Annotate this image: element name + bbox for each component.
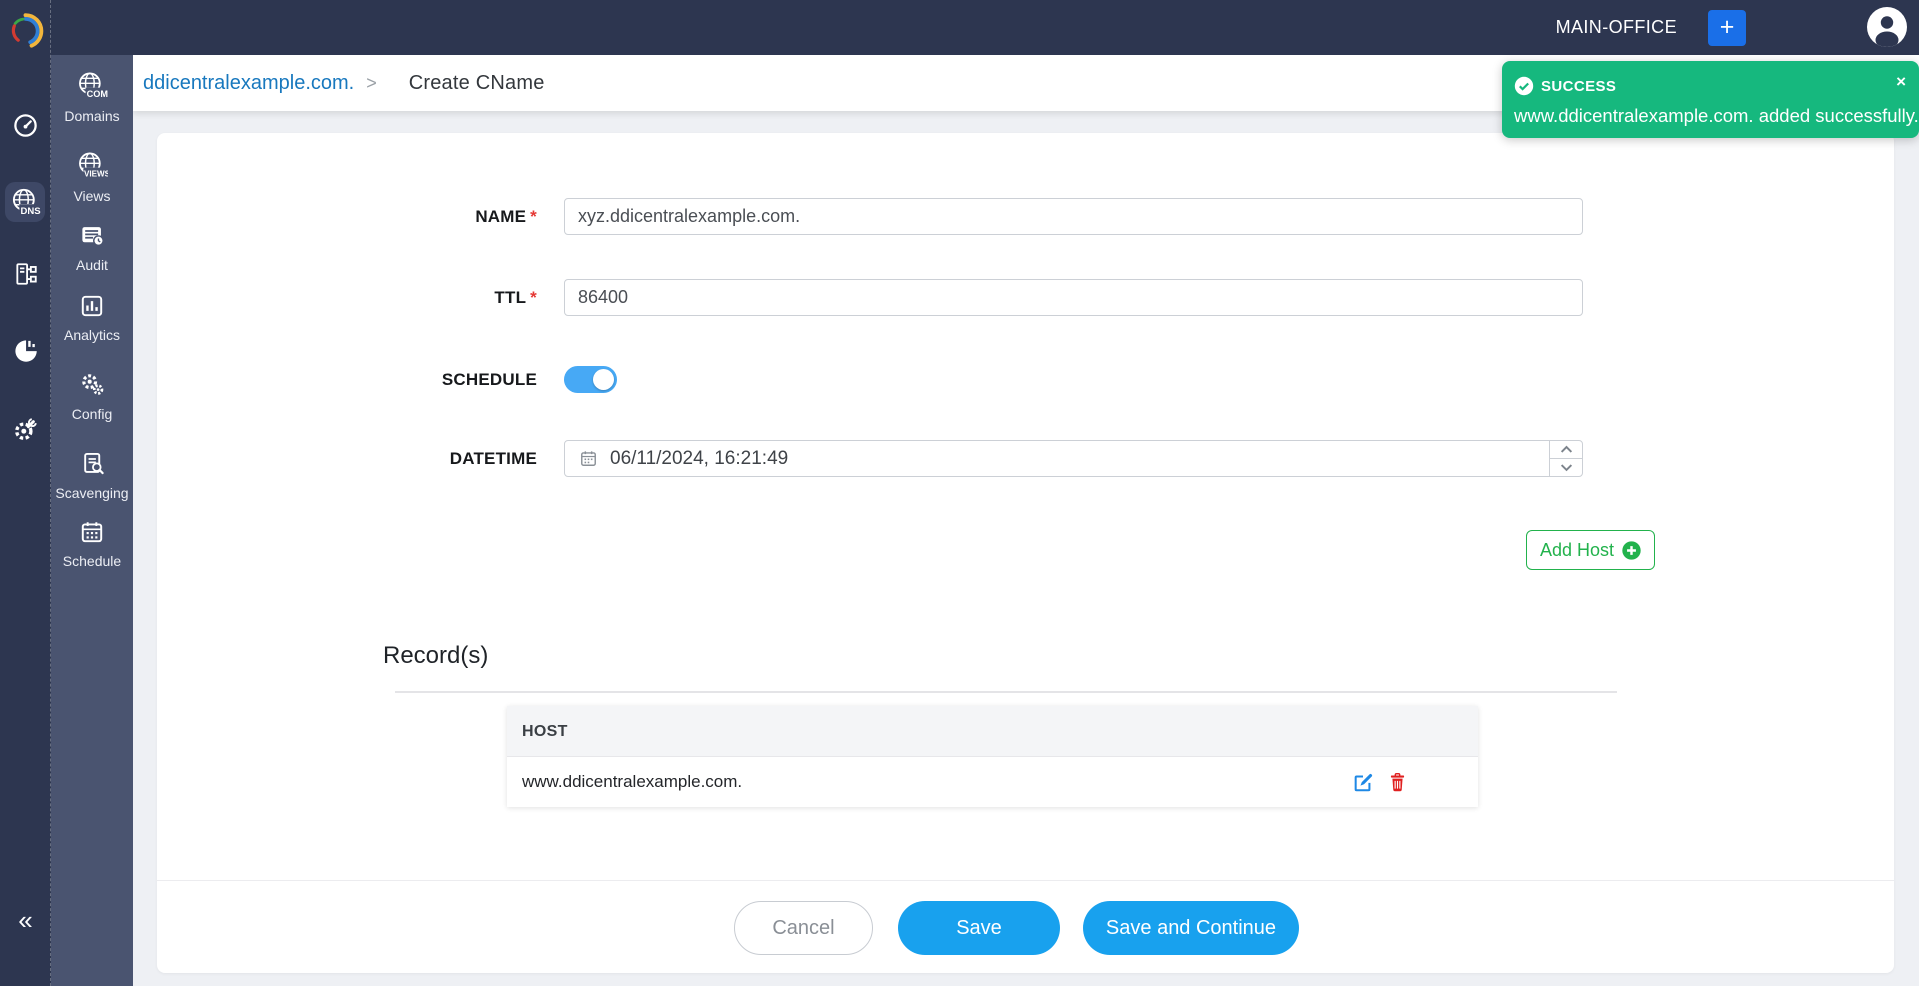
globe-com-icon: COM	[76, 71, 108, 105]
cancel-button[interactable]: Cancel	[734, 901, 873, 955]
page-title: Create CName	[408, 71, 545, 94]
sidebar-item-audit[interactable]: Audit	[51, 222, 133, 273]
sidebar-item-schedule[interactable]: Schedule	[51, 519, 133, 569]
sidebar-item-label: Scavenging	[55, 485, 129, 501]
toast-message: www.ddicentralexample.com. added success…	[1514, 105, 1919, 126]
sidebar-item-label: Domains	[64, 108, 120, 124]
globe-views-icon: VIEWS	[76, 151, 111, 185]
schedule-toggle[interactable]	[564, 366, 617, 393]
row-actions	[1352, 757, 1408, 807]
name-input[interactable]	[564, 198, 1583, 235]
primary-sidebar: DNS «	[0, 0, 51, 986]
host-column-header: HOST	[507, 706, 1478, 757]
datetime-decrement-button[interactable]	[1550, 458, 1582, 476]
datetime-field-label: DATETIME	[449, 449, 537, 468]
sidebar-collapse-button[interactable]: «	[0, 905, 51, 935]
datetime-input[interactable]: 06/11/2024, 16:21:49	[564, 440, 1583, 477]
svg-text:DNS: DNS	[20, 206, 40, 217]
calendar-icon	[579, 449, 598, 468]
sidebar-item-domains[interactable]: COM Domains	[51, 71, 133, 124]
check-circle-icon	[1514, 76, 1534, 96]
records-section-heading: Record(s)	[383, 642, 489, 669]
sidebar-item-label: Views	[73, 188, 111, 204]
success-toast: SUCCESS × www.ddicentralexample.com. add…	[1502, 61, 1919, 138]
dns-module-sidebar: COM Domains VIEWS Views Audit Analytics …	[51, 55, 133, 986]
table-row: www.ddicentralexample.com.	[507, 757, 1478, 807]
add-button[interactable]: +	[1708, 10, 1746, 46]
bar-chart-icon	[79, 293, 105, 324]
records-divider	[395, 691, 1617, 693]
gear-wrench-icon[interactable]	[0, 416, 51, 448]
ttl-field-label: TTL *	[494, 288, 537, 307]
calendar-icon	[79, 519, 105, 550]
sidebar-item-label: Schedule	[62, 553, 122, 569]
records-table: HOST www.ddicentralexample.com.	[507, 706, 1478, 807]
audit-list-clock-icon	[79, 222, 106, 254]
sidebar-item-label: Config	[71, 406, 113, 422]
toggle-knob	[593, 369, 614, 390]
pie-chart-icon[interactable]	[0, 337, 51, 369]
name-field-label: NAME *	[475, 207, 537, 226]
main-content: NAME* TTL* SCHEDULE DATETIME	[133, 111, 1919, 986]
trash-icon[interactable]	[1387, 772, 1408, 793]
breadcrumb-domain-link[interactable]: ddicentralexample.com.	[143, 72, 354, 95]
required-marker: *	[530, 288, 537, 307]
server-nodes-icon[interactable]	[0, 261, 51, 292]
sidebar-item-label: Analytics	[63, 327, 121, 343]
sidebar-item-config[interactable]: Config	[51, 371, 133, 422]
save-button[interactable]: Save	[898, 901, 1060, 955]
host-cell: www.ddicentralexample.com.	[522, 772, 743, 791]
sidebar-item-views[interactable]: VIEWS Views	[51, 151, 133, 204]
speedometer-icon[interactable]	[0, 112, 51, 144]
schedule-field-label: SCHEDULE	[441, 370, 537, 389]
datetime-spinner	[1549, 441, 1582, 476]
gears-icon	[79, 371, 106, 403]
logo-swirl-icon	[0, 10, 51, 57]
footer-divider	[157, 880, 1894, 881]
datetime-value: 06/11/2024, 16:21:49	[610, 447, 789, 469]
document-search-icon	[79, 450, 106, 482]
plus-circle-icon	[1622, 540, 1641, 560]
save-and-continue-button[interactable]: Save and Continue	[1083, 901, 1299, 955]
organization-label: MAIN-OFFICE	[1555, 17, 1677, 37]
sidebar-item-scavenging[interactable]: Scavenging	[51, 450, 133, 501]
sidebar-item-label: Audit	[76, 257, 108, 273]
top-bar: MAIN-OFFICE +	[0, 0, 1919, 55]
svg-text:VIEWS: VIEWS	[84, 170, 108, 179]
required-marker: *	[530, 207, 537, 226]
add-host-button[interactable]: Add Host	[1526, 530, 1656, 570]
sidebar-item-analytics[interactable]: Analytics	[51, 293, 133, 343]
breadcrumb-separator: >	[366, 72, 377, 93]
edit-icon[interactable]	[1352, 771, 1374, 793]
toast-close-icon[interactable]: ×	[1896, 72, 1906, 92]
datetime-increment-button[interactable]	[1550, 441, 1582, 458]
create-cname-form-card: NAME* TTL* SCHEDULE DATETIME	[157, 133, 1894, 973]
dns-globe-icon[interactable]: DNS	[5, 182, 45, 222]
toast-status-label: SUCCESS	[1541, 77, 1617, 95]
user-avatar-icon[interactable]	[1867, 7, 1907, 47]
ttl-input[interactable]	[564, 279, 1583, 316]
svg-text:COM: COM	[87, 89, 108, 99]
